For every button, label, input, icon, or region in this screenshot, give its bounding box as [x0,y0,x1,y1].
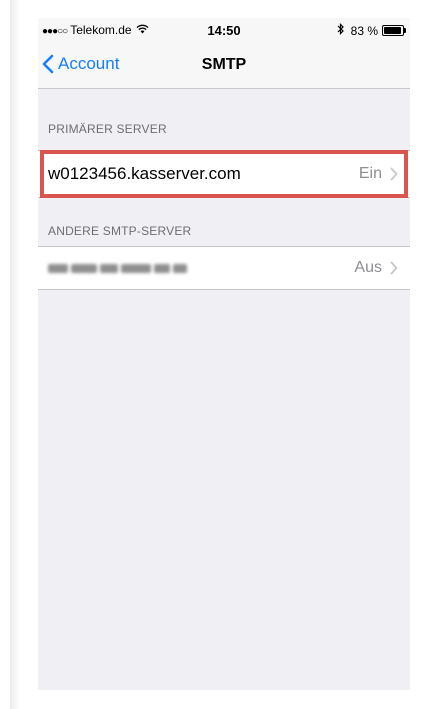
battery-icon [382,25,406,36]
primary-server-name: w0123456.kasserver.com [48,164,241,183]
top-bar: ●●●○○ Telekom.de 14:50 83 % Account SMTP [38,18,410,89]
status-bar: ●●●○○ Telekom.de 14:50 83 % [38,18,410,40]
section-header-other: ANDERE SMTP-SERVER [48,224,192,238]
section-header-primary: PRIMÄRER SERVER [48,122,167,136]
battery-percent: 83 % [350,23,378,38]
other-server-status: Aus [354,259,382,276]
battery-fill [384,27,401,34]
redacted-server-name [48,262,198,274]
chevron-right-icon [390,261,398,280]
primary-server-row[interactable]: w0123456.kasserver.com Ein [38,150,410,198]
screenshot-frame: ●●●○○ Telekom.de 14:50 83 % Account SMTP… [0,0,428,709]
status-right: 83 % [337,23,406,38]
page-title: SMTP [201,56,247,73]
navigation-bar: Account SMTP [38,46,410,86]
phone-screen: ●●●○○ Telekom.de 14:50 83 % Account SMTP… [38,18,410,690]
other-server-row[interactable]: Aus [38,246,410,290]
primary-server-status: Ein [358,165,382,182]
chevron-right-icon [390,167,398,186]
battery-cap [404,28,406,33]
bluetooth-icon [337,23,345,38]
page-shadow [10,0,20,709]
